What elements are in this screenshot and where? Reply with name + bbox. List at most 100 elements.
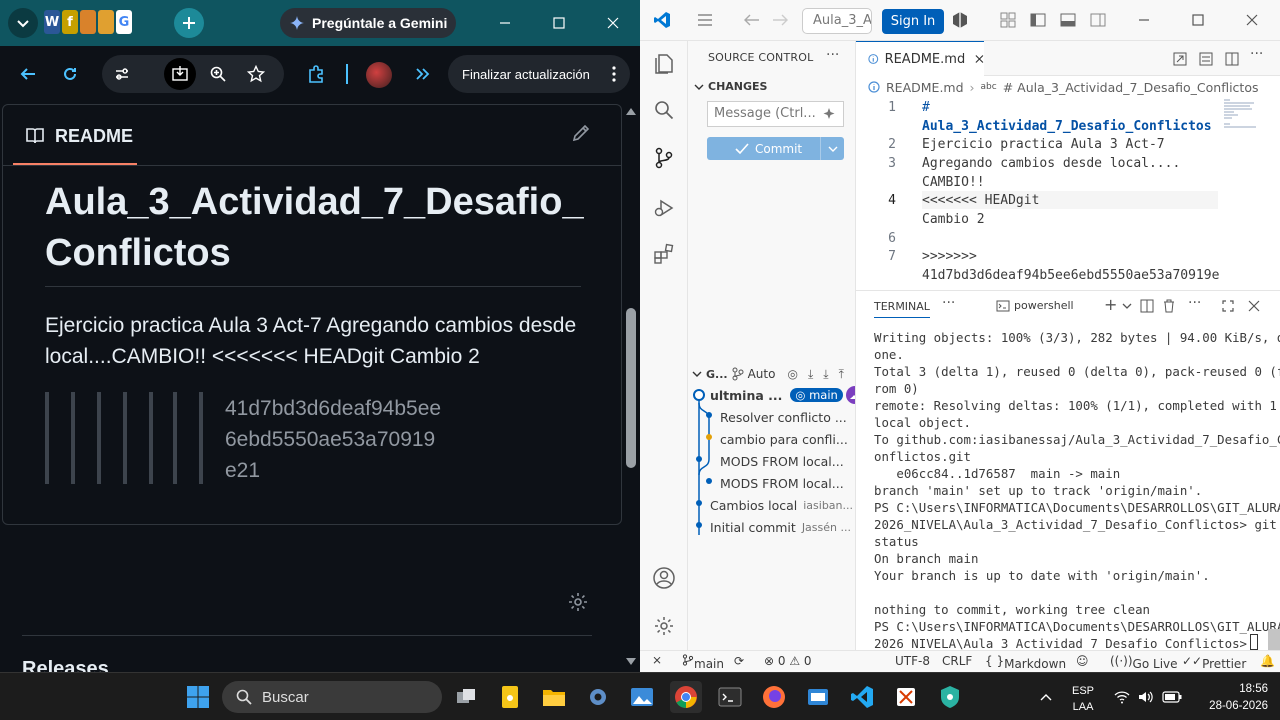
readme-tab[interactable]: README: [13, 123, 137, 165]
trash-icon[interactable]: [1162, 299, 1176, 313]
code-line[interactable]: #: [922, 100, 930, 115]
battery-icon[interactable]: [1162, 691, 1182, 703]
graph-commit-row[interactable]: MODS FROM local...: [720, 450, 855, 472]
close-panel-icon[interactable]: [1248, 300, 1260, 312]
graph-header[interactable]: G... Auto ◎ ⤓ ⤓ ⤒: [692, 363, 855, 385]
minimap[interactable]: [1224, 98, 1264, 128]
menu-icon[interactable]: [697, 13, 713, 27]
open-changes-icon[interactable]: [1198, 51, 1214, 67]
manage-button[interactable]: [652, 614, 676, 638]
finish-update-button[interactable]: Finalizar actualización: [448, 55, 630, 93]
address-bar[interactable]: [102, 55, 284, 93]
graph-commit-row[interactable]: MODS FROM local...: [720, 472, 855, 494]
gemini-button[interactable]: Pregúntale a Gemini: [280, 8, 456, 38]
graph-commit-row[interactable]: Initial commit Jassén ...: [710, 516, 855, 538]
volume-icon[interactable]: [1138, 690, 1154, 704]
toggle-sidebar-icon[interactable]: [1030, 12, 1046, 28]
new-tab-button[interactable]: [174, 8, 204, 38]
breadcrumb-file[interactable]: README.md: [886, 80, 964, 95]
clock[interactable]: 18:56 28-06-2026: [1192, 681, 1268, 715]
editor-tab-readme[interactable]: README.md: [856, 41, 984, 76]
browser-scrollbar[interactable]: [622, 104, 640, 672]
minimize-button[interactable]: [478, 0, 532, 46]
panel-more-icon[interactable]: ···: [942, 295, 955, 311]
terminal-shell-selector[interactable]: powershell: [996, 299, 1074, 312]
maximize-panel-icon[interactable]: [1222, 300, 1234, 312]
photos-app[interactable]: [626, 681, 658, 713]
toggle-panel-icon[interactable]: [1060, 12, 1076, 28]
zoom-icon[interactable]: [206, 62, 230, 86]
bookmark-star-icon[interactable]: [244, 62, 268, 86]
status-language[interactable]: { } Markdown: [985, 654, 1066, 671]
push-icon[interactable]: ⤒: [839, 367, 844, 382]
sticky-notes-app[interactable]: [494, 681, 526, 713]
nav-forward-icon[interactable]: [772, 13, 788, 27]
code-line[interactable]: Agregando cambios desde local....: [922, 156, 1180, 171]
settings-app[interactable]: [582, 681, 614, 713]
code-line[interactable]: Aula_3_Actividad_7_Desafio_Conflictos: [922, 119, 1212, 134]
extensions-view-button[interactable]: [652, 242, 676, 266]
edit-readme-button[interactable]: [571, 123, 595, 147]
open-preview-icon[interactable]: [1172, 51, 1188, 67]
pull-icon[interactable]: ⤓: [823, 367, 828, 382]
graph-commit-row[interactable]: Cambios local iasiban...: [710, 494, 855, 516]
close-button[interactable]: [586, 0, 640, 46]
sparkle-icon[interactable]: [822, 107, 836, 121]
sign-in-button[interactable]: Sign In: [882, 9, 944, 34]
terminal-more-icon[interactable]: ···: [1188, 295, 1201, 311]
vscode-close-icon[interactable]: [1246, 14, 1258, 26]
code-line[interactable]: Ejercicio practica Aula 3 Act-7: [922, 137, 1165, 152]
status-eol[interactable]: CRLF: [942, 654, 972, 668]
commit-dropdown[interactable]: [820, 137, 844, 160]
graph-commit-row[interactable]: Resolver conflicto ...: [720, 406, 855, 428]
site-settings-icon[interactable]: [110, 62, 134, 86]
split-editor-icon[interactable]: [1224, 51, 1240, 67]
layout-customize-icon[interactable]: [1000, 12, 1016, 28]
language-indicator[interactable]: ESP LAA: [1072, 683, 1094, 715]
terminal-scrollbar[interactable]: [1268, 629, 1280, 650]
tab-favicon[interactable]: W: [44, 10, 60, 34]
code-line[interactable]: >>>>>>>: [922, 249, 977, 264]
explorer-button[interactable]: [652, 52, 676, 76]
graph-commit-row[interactable]: cambio para confli...: [720, 428, 855, 450]
repo-settings-button[interactable]: [568, 592, 592, 616]
vscode-minimize-icon[interactable]: [1138, 14, 1150, 26]
run-debug-button[interactable]: [652, 196, 676, 220]
scroll-thumb[interactable]: [626, 308, 636, 468]
extensions-button[interactable]: [304, 62, 328, 86]
code-line[interactable]: <<<<<<< HEADgit: [922, 193, 1039, 208]
chevron-down-icon[interactable]: [694, 82, 704, 92]
tab-favicon[interactable]: f: [62, 10, 78, 34]
task-view-app[interactable]: [450, 681, 482, 713]
start-button[interactable]: [182, 681, 214, 713]
profile-avatar[interactable]: [366, 62, 392, 88]
wifi-icon[interactable]: [1114, 690, 1130, 704]
terminal-app[interactable]: [714, 681, 746, 713]
new-terminal-icon[interactable]: +: [1104, 295, 1117, 314]
graph-commit-row[interactable]: ultmina ... ◎ main ☁: [710, 384, 855, 406]
status-prettier[interactable]: ✓✓ Prettier: [1182, 654, 1246, 671]
code-line[interactable]: CAMBIO!!: [922, 175, 985, 190]
code-line[interactable]: 41d7bd3d6deaf94b5ee6ebd5550ae53a70919e: [922, 268, 1219, 283]
copilot-icon[interactable]: [952, 11, 968, 29]
vscode-maximize-icon[interactable]: [1192, 14, 1204, 26]
nav-back-icon[interactable]: [744, 13, 760, 27]
remote-icon[interactable]: ⨯: [652, 653, 662, 667]
tab-favicon[interactable]: [98, 10, 114, 34]
commit-button[interactable]: Commit: [707, 137, 844, 160]
back-button[interactable]: [16, 62, 40, 86]
command-center-search[interactable]: Aula_3_A: [802, 8, 872, 34]
firefox-app[interactable]: [758, 681, 790, 713]
toggle-secondary-sidebar-icon[interactable]: [1090, 12, 1106, 28]
terminal-output[interactable]: Writing objects: 100% (3/3), 282 bytes |…: [874, 329, 1280, 650]
breadcrumb-symbol[interactable]: # Aula_3_Actividad_7_Desafio_Conflictos: [1003, 80, 1259, 95]
search-view-button[interactable]: [652, 98, 676, 122]
sync-icon[interactable]: ⟳: [734, 654, 744, 668]
tab-search-button[interactable]: [8, 8, 38, 38]
install-app-button[interactable]: [164, 58, 196, 90]
close-icon[interactable]: [975, 54, 984, 64]
chrome-app[interactable]: [670, 681, 702, 713]
scroll-down-arrow[interactable]: [626, 658, 636, 665]
code-line[interactable]: Cambio 2: [922, 212, 985, 227]
tab-favicon[interactable]: G: [116, 10, 132, 34]
